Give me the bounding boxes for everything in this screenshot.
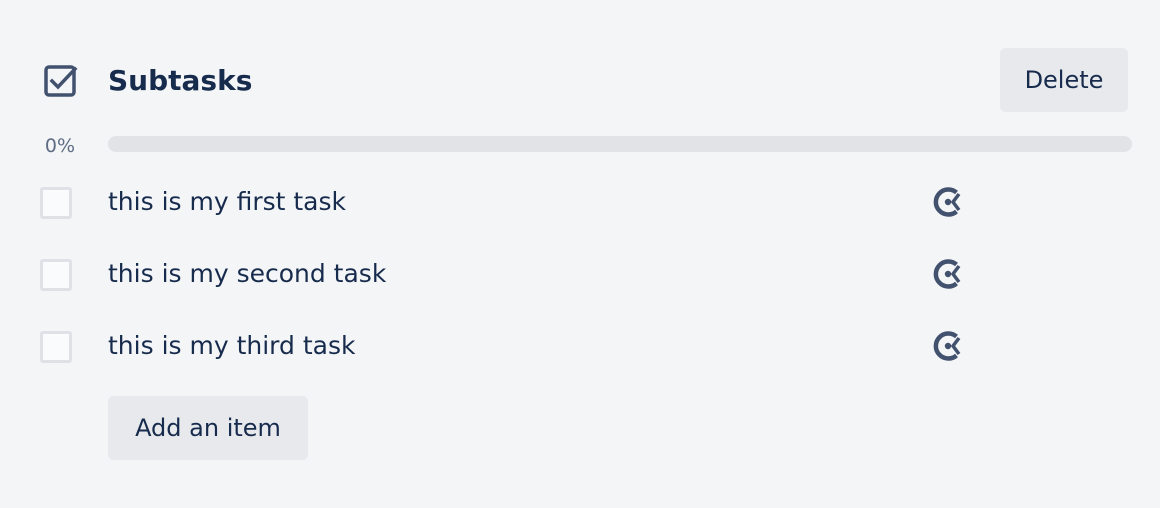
progress-percentage: 0% [44,135,76,157]
checklist-item: this is my first task [0,174,1160,230]
progress-bar [108,136,1132,152]
add-item-button[interactable]: Add an item [108,396,308,460]
checklist-header: Subtasks Delete [0,48,1160,112]
checklist-title: Subtasks [108,64,253,97]
checklist-item-checkbox[interactable] [40,187,72,219]
checklist-progress: 0% [0,130,1160,162]
due-date-clock-icon[interactable] [932,185,966,219]
delete-checklist-button[interactable]: Delete [1000,48,1128,112]
checkbox-checked-icon [42,63,78,99]
checklist-item: this is my third task [0,318,1160,374]
checklist-item: this is my second task [0,246,1160,302]
checklist-item-text[interactable]: this is my third task [108,318,355,374]
checklist-item-checkbox[interactable] [40,259,72,291]
due-date-clock-icon[interactable] [932,329,966,363]
checklist-item-checkbox[interactable] [40,331,72,363]
due-date-clock-icon[interactable] [932,257,966,291]
checklist-item-text[interactable]: this is my first task [108,174,346,230]
checklist-item-text[interactable]: this is my second task [108,246,386,302]
